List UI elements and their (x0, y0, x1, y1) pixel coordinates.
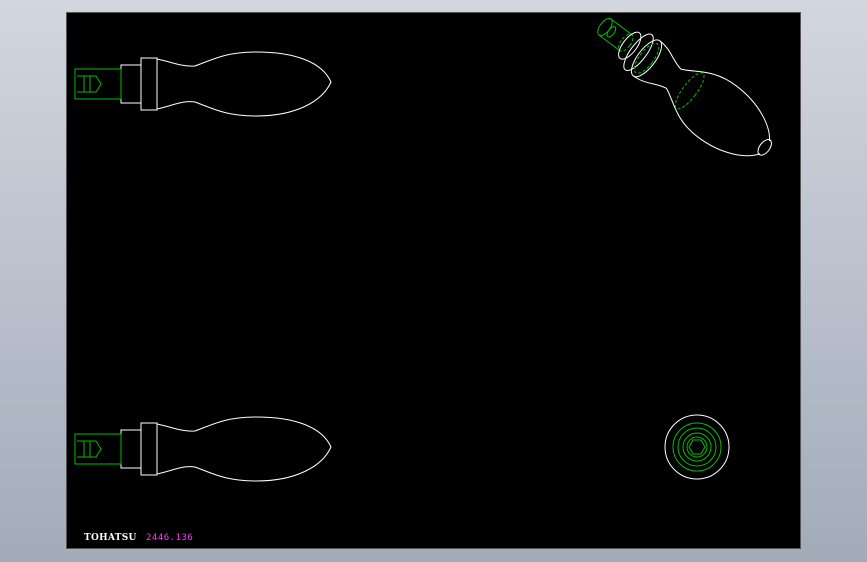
knob-outer-circle (664, 414, 730, 480)
cad-drawing (74, 17, 772, 482)
handle-outline (120, 416, 332, 482)
side-view-bottom (74, 416, 332, 482)
side-view-top (74, 51, 332, 117)
hidden-contours (633, 42, 705, 110)
stud-hidden (597, 17, 634, 52)
threaded-stud-hidden (74, 433, 122, 465)
isometric-view (597, 17, 772, 157)
hidden-circles (672, 422, 722, 472)
brand-label: TOHATSU (84, 533, 137, 543)
end-view (664, 414, 730, 480)
threaded-stud-hidden (74, 68, 122, 100)
handle-outline (120, 51, 332, 117)
drawing-code: 2446.136 (146, 533, 194, 543)
